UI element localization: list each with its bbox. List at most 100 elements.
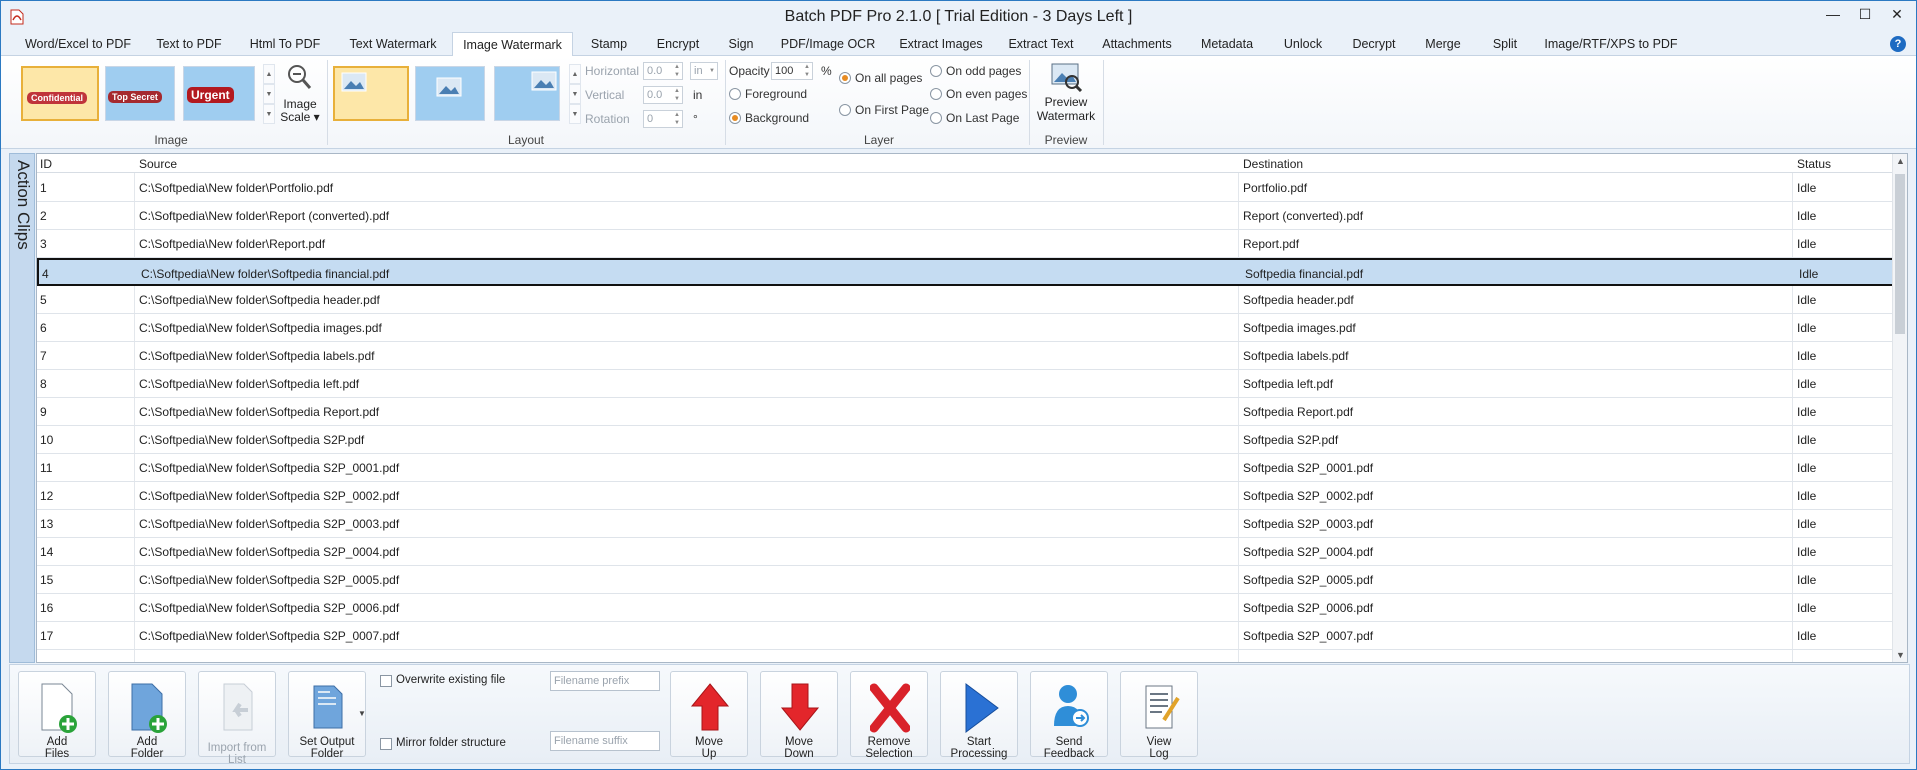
tab-decrypt[interactable]: Decrypt bbox=[1343, 32, 1405, 56]
view-log-button[interactable]: View Log bbox=[1120, 671, 1198, 760]
table-row[interactable]: 13 C:\Softpedia\New folder\Softpedia S2P_… bbox=[37, 510, 1894, 538]
scroll-down-icon[interactable]: ▼ bbox=[1896, 650, 1905, 660]
tab-encrypt[interactable]: Encrypt bbox=[647, 32, 709, 56]
tab-merge[interactable]: Merge bbox=[1415, 32, 1471, 56]
vertical-field[interactable]: 0.0 ▲ ▼ bbox=[643, 86, 683, 104]
table-row[interactable]: 12 C:\Softpedia\New folder\Softpedia S2P_… bbox=[37, 482, 1894, 510]
tab-split[interactable]: Split bbox=[1481, 32, 1529, 56]
horizontal-unit-select[interactable]: in ▼ bbox=[690, 62, 718, 80]
cell-id: 9 bbox=[40, 405, 47, 419]
add-folder-button[interactable]: Add Folder bbox=[108, 671, 186, 760]
background-radio[interactable] bbox=[729, 112, 741, 124]
grid-scrollbar[interactable]: ▲ ▼ bbox=[1892, 154, 1907, 662]
table-row[interactable]: 4 C:\Softpedia\New folder\Softpedia finan… bbox=[37, 258, 1894, 286]
help-icon[interactable]: ? bbox=[1890, 36, 1906, 52]
cell-destination: Softpedia S2P_0003.pdf bbox=[1243, 517, 1374, 531]
scroll-thumb[interactable] bbox=[1895, 174, 1905, 334]
layout-gallery-scroll[interactable]: ▲ ▼ ▼ bbox=[569, 64, 581, 124]
filename-prefix-input[interactable]: Filename prefix bbox=[550, 671, 660, 691]
watermark-preset-confidential[interactable]: Confidential bbox=[21, 66, 99, 121]
move-down-button[interactable]: Move Down bbox=[760, 671, 838, 760]
tab-text-watermark[interactable]: Text Watermark bbox=[339, 32, 447, 56]
table-row[interactable]: 16 C:\Softpedia\New folder\Softpedia S2P_… bbox=[37, 594, 1894, 622]
set-output-folder-button[interactable]: Set Output Folder bbox=[288, 671, 366, 760]
table-row[interactable]: 5 C:\Softpedia\New folder\Softpedia heade… bbox=[37, 286, 1894, 314]
header-status[interactable]: Status bbox=[1797, 157, 1831, 171]
remove-selection-button[interactable]: Remove Selection bbox=[850, 671, 928, 760]
tab-word-excel-to-pdf[interactable]: Word/Excel to PDF bbox=[19, 32, 137, 56]
cell-destination: Softpedia S2P_0005.pdf bbox=[1243, 573, 1374, 587]
even-pages-radio[interactable] bbox=[930, 88, 942, 100]
table-row[interactable]: 11 C:\Softpedia\New folder\Softpedia S2P_… bbox=[37, 454, 1894, 482]
image-gallery-scroll[interactable]: ▲ ▼ ▼ bbox=[263, 64, 275, 124]
header-id[interactable]: ID bbox=[40, 157, 52, 171]
table-row[interactable]: 15 C:\Softpedia\New folder\Softpedia S2P_… bbox=[37, 566, 1894, 594]
move-up-button[interactable]: Move Up bbox=[670, 671, 748, 760]
table-row[interactable]: 8 C:\Softpedia\New folder\Softpedia left.… bbox=[37, 370, 1894, 398]
cell-destination: Softpedia S2P.pdf bbox=[1243, 433, 1339, 447]
send-feedback-button[interactable]: Send Feedback bbox=[1030, 671, 1108, 760]
watermark-preset-urgent[interactable]: Urgent bbox=[183, 66, 255, 121]
odd-pages-radio[interactable] bbox=[930, 65, 942, 77]
title-bar: Batch PDF Pro 2.1.0 [ Trial Edition - 3 … bbox=[1, 1, 1916, 33]
table-row[interactable]: 17 C:\Softpedia\New folder\Softpedia S2P_… bbox=[37, 622, 1894, 650]
tab-sign[interactable]: Sign bbox=[719, 32, 763, 56]
rotation-field[interactable]: 0 ▲ ▼ bbox=[643, 110, 683, 128]
table-row[interactable]: 14 C:\Softpedia\New folder\Softpedia S2P_… bbox=[37, 538, 1894, 566]
tab-stamp[interactable]: Stamp bbox=[581, 32, 637, 56]
action-clips-panel[interactable]: Action Clips bbox=[9, 153, 35, 663]
table-row[interactable]: 7 C:\Softpedia\New folder\Softpedia label… bbox=[37, 342, 1894, 370]
layout-position-2[interactable] bbox=[415, 66, 485, 121]
last-page-radio[interactable] bbox=[930, 112, 942, 124]
tab-pdf-image-ocr[interactable]: PDF/Image OCR bbox=[773, 32, 883, 56]
watermark-preset-top-secret[interactable]: Top Secret bbox=[105, 66, 175, 121]
add-files-button[interactable]: Add Files bbox=[18, 671, 96, 760]
tab-extract-text[interactable]: Extract Text bbox=[999, 32, 1083, 56]
tab-metadata[interactable]: Metadata bbox=[1191, 32, 1263, 56]
rotation-label: Rotation bbox=[585, 112, 630, 126]
tab-attachments[interactable]: Attachments bbox=[1093, 32, 1181, 56]
first-page-radio[interactable] bbox=[839, 104, 851, 116]
table-row[interactable]: 3 C:\Softpedia\New folder\Report.pdf Repor… bbox=[37, 230, 1894, 258]
all-pages-radio[interactable] bbox=[839, 72, 851, 84]
import-from-list-button[interactable]: Import from List bbox=[198, 671, 276, 766]
cell-destination: Softpedia S2P_0001.pdf bbox=[1243, 461, 1374, 475]
table-row[interactable]: 1 C:\Softpedia\New folder\Portfolio.pdf Po… bbox=[37, 174, 1894, 202]
app-window: Batch PDF Pro 2.1.0 [ Trial Edition - 3 … bbox=[0, 0, 1917, 770]
start-processing-button[interactable]: Start Processing bbox=[940, 671, 1018, 760]
table-row[interactable]: 10 C:\Softpedia\New folder\Softpedia S2P.… bbox=[37, 426, 1894, 454]
chevron-down-icon[interactable]: ▼ bbox=[358, 709, 366, 718]
cell-destination: Softpedia S2P_0004.pdf bbox=[1243, 545, 1374, 559]
mirror-checkbox[interactable] bbox=[380, 738, 392, 750]
close-button[interactable]: ✕ bbox=[1880, 1, 1914, 27]
table-row[interactable]: 2 C:\Softpedia\New folder\Report (convert… bbox=[37, 202, 1894, 230]
scroll-up-icon[interactable]: ▲ bbox=[1896, 156, 1905, 166]
tab-unlock[interactable]: Unlock bbox=[1273, 32, 1333, 56]
bottom-toolbar: Add Files Add Folder Import from List Set … bbox=[9, 664, 1910, 766]
preview-watermark-button[interactable]: Preview Watermark bbox=[1033, 60, 1099, 130]
foreground-radio[interactable] bbox=[729, 88, 741, 100]
table-row[interactable]: 9 C:\Softpedia\New folder\Softpedia Repor… bbox=[37, 398, 1894, 426]
layout-position-1[interactable] bbox=[333, 66, 409, 121]
tab-image-watermark[interactable]: Image Watermark bbox=[452, 32, 573, 57]
horizontal-field[interactable]: 0.0 ▲ ▼ bbox=[643, 62, 683, 80]
header-destination[interactable]: Destination bbox=[1243, 157, 1303, 171]
overwrite-checkbox[interactable] bbox=[380, 675, 392, 687]
cell-status: Idle bbox=[1797, 321, 1817, 335]
tab-text-to-pdf[interactable]: Text to PDF bbox=[147, 32, 231, 56]
table-row[interactable]: 6 C:\Softpedia\New folder\Softpedia image… bbox=[37, 314, 1894, 342]
opacity-label: Opacity bbox=[729, 64, 770, 78]
opacity-field[interactable]: 100 ▲ ▼ bbox=[771, 62, 813, 80]
minimize-button[interactable]: — bbox=[1816, 1, 1850, 27]
cell-source: C:\Softpedia\New folder\Softpedia S2P_00… bbox=[139, 545, 400, 559]
cell-source: C:\Softpedia\New folder\Softpedia S2P_00… bbox=[139, 573, 400, 587]
filename-suffix-input[interactable]: Filename suffix bbox=[550, 731, 660, 751]
header-source[interactable]: Source bbox=[139, 157, 177, 171]
cell-status: Idle bbox=[1797, 489, 1817, 503]
layout-position-3[interactable] bbox=[494, 66, 560, 121]
tab-html-to-pdf[interactable]: Html To PDF bbox=[241, 32, 329, 56]
maximize-button[interactable]: ☐ bbox=[1848, 1, 1882, 27]
tab-image-rtf-xps-to-pdf[interactable]: Image/RTF/XPS to PDF bbox=[1539, 32, 1683, 56]
tab-extract-images[interactable]: Extract Images bbox=[893, 32, 989, 56]
image-scale-button[interactable]: Image Scale ▾ bbox=[279, 98, 321, 124]
